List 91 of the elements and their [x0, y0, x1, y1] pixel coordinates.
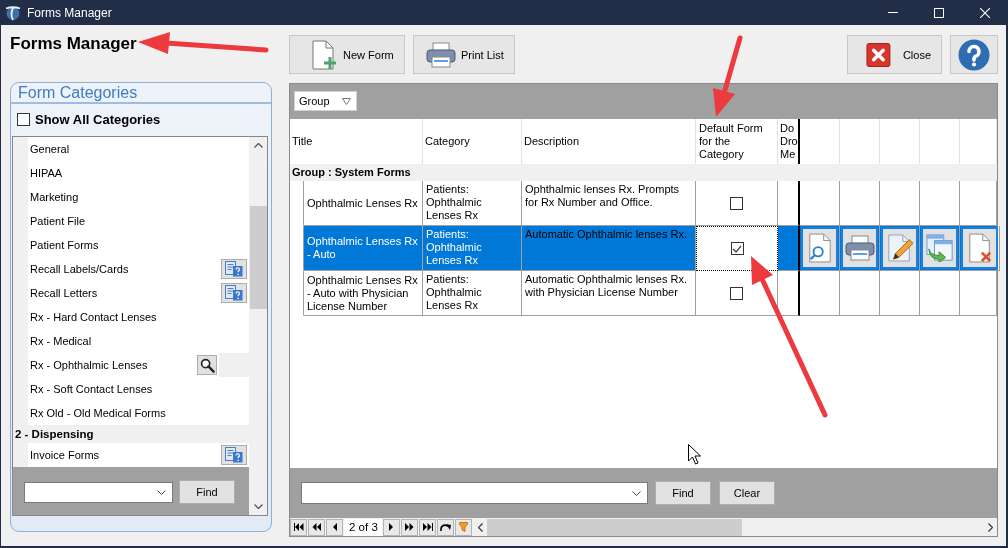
info-button[interactable] [221, 445, 247, 465]
print-button[interactable] [841, 227, 878, 269]
table-cell: Patients: Ophthalmic Lenses Rx [423, 226, 522, 271]
app-logo-icon [5, 4, 21, 21]
minimize-icon [888, 12, 898, 13]
first-page-button[interactable] [290, 518, 307, 536]
window-title: Forms Manager [27, 5, 112, 20]
document-pencil-icon [886, 233, 913, 263]
checkmark-icon [732, 243, 742, 254]
last-page-button[interactable] [419, 518, 436, 536]
scroll-up-icon [253, 143, 263, 148]
scroll-right-icon [988, 522, 993, 532]
table-row[interactable]: Ophthalmic Lenses Rx - Auto with Physician License Number Patients: Ophthalmic Lenses Rx Automatic Ophthalmic lenses Rx. with Physician License Number [290, 271, 997, 316]
scroll-left-icon [478, 522, 483, 532]
skip-first-icon [293, 523, 304, 531]
maximize-icon [934, 7, 944, 18]
delete-button[interactable] [961, 227, 998, 269]
category-item[interactable]: Patient File [28, 209, 249, 233]
rewind-icon [312, 523, 321, 531]
category-item[interactable]: Rx - Medical [28, 329, 249, 353]
group-row: Group : System Forms [290, 164, 997, 181]
table-cell: Ophthalmic Lenses Rx - Auto with Physician License Number [304, 271, 423, 316]
printer-icon [426, 41, 456, 68]
triangle-left-icon [332, 523, 337, 531]
checkbox-label: Show All Categories [35, 111, 161, 127]
find-button[interactable]: Find [179, 480, 235, 504]
document-help-icon [225, 261, 243, 277]
chevron-down-icon [632, 490, 641, 496]
page-indicator: 2 of 3 [344, 518, 382, 536]
category-item[interactable]: Marketing [28, 185, 249, 209]
category-item[interactable]: Patient Forms [28, 233, 249, 257]
print-list-button[interactable]: Print List [413, 35, 515, 74]
fast-forward-icon [405, 523, 414, 531]
page-heading: Forms Manager [10, 34, 137, 54]
edit-button[interactable] [881, 227, 918, 269]
clear-button[interactable]: Clear [719, 481, 775, 505]
checkbox[interactable] [730, 242, 744, 255]
filter-icon [459, 522, 468, 532]
mouse-pointer-icon [688, 444, 701, 465]
find-button[interactable]: Find [655, 481, 711, 505]
group-by-dropdown[interactable]: Group [294, 91, 357, 111]
copy-button[interactable] [921, 227, 958, 269]
document-plus-icon [312, 39, 336, 70]
triangle-down-icon [342, 97, 351, 105]
next-button[interactable] [383, 518, 400, 536]
close-button[interactable]: Close [847, 35, 942, 74]
curved-arrow-icon [439, 522, 452, 532]
table-cell: Ophthalmic Lenses Rx - Auto [304, 226, 423, 271]
previous-button[interactable] [326, 518, 343, 536]
next-page-button[interactable] [401, 518, 418, 536]
view-button[interactable] [801, 227, 838, 269]
category-item[interactable]: Rx - Ophthalmic Lenses [28, 353, 249, 377]
checkbox[interactable] [730, 196, 743, 210]
info-button[interactable] [221, 259, 247, 279]
table-cell: Automatic Ophthalmic lenses Rx. with Physician License Number [522, 271, 696, 316]
triangle-right-icon [389, 523, 394, 531]
help-icon [958, 38, 990, 71]
search-combo[interactable] [301, 482, 648, 504]
panel-title: Form Categories [11, 83, 271, 104]
info-button[interactable] [221, 283, 247, 303]
search-icon [199, 357, 215, 373]
printer-icon [844, 235, 875, 261]
table-cell: Patients: Ophthalmic Lenses Rx [423, 271, 522, 316]
checkbox[interactable] [730, 286, 743, 300]
scrollbar-thumb[interactable] [249, 206, 267, 309]
close-icon [866, 41, 891, 68]
search-combo[interactable] [24, 482, 173, 503]
scroll-down-icon [253, 504, 263, 509]
help-button[interactable] [950, 35, 998, 74]
close-icon [980, 7, 990, 18]
category-item[interactable]: Rx - Hard Contact Lenses [28, 305, 249, 329]
document-help-icon [225, 447, 243, 463]
previous-page-button[interactable] [308, 518, 325, 536]
new-form-button[interactable]: New Form [289, 35, 405, 74]
category-item[interactable]: Recall Labels/Cards [28, 257, 249, 281]
chevron-down-icon [157, 490, 166, 495]
category-item[interactable]: HIPAA [28, 161, 249, 185]
checkbox[interactable] [17, 112, 30, 126]
scrollbar-thumb[interactable] [487, 518, 742, 536]
skip-last-icon [422, 523, 433, 531]
document-x-icon [966, 233, 993, 263]
category-item[interactable]: General [28, 137, 249, 161]
category-item[interactable]: Rx - Soft Contact Lenses [28, 377, 249, 401]
document-help-icon [225, 285, 243, 301]
category-item[interactable]: Rx Old - Old Medical Forms [28, 401, 249, 425]
category-item[interactable]: Recall Letters [28, 281, 249, 305]
documents-arrow-icon [925, 234, 954, 262]
category-item[interactable]: Invoice Forms [28, 443, 249, 467]
search-button[interactable] [197, 355, 217, 375]
document-magnifier-icon [806, 233, 833, 263]
refresh-button[interactable] [437, 518, 454, 536]
